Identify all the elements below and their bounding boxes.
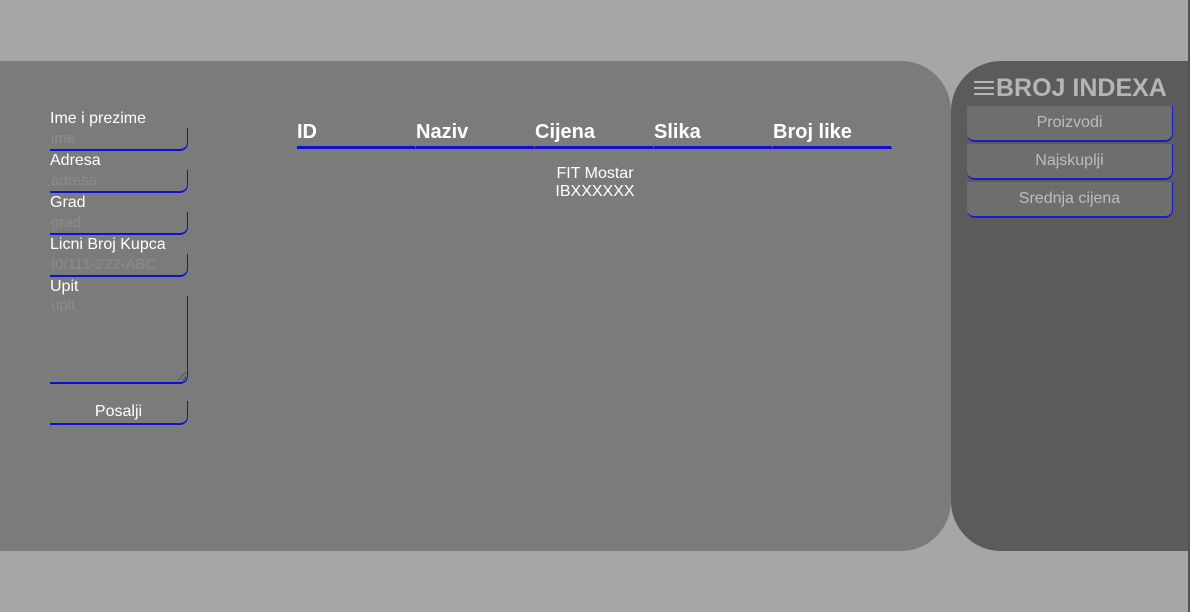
- sidebar-item-average-price[interactable]: Srednja cijena: [967, 182, 1173, 218]
- column-header-id: ID: [297, 120, 416, 149]
- sidebar-item-most-expensive[interactable]: Najskuplji: [967, 144, 1173, 180]
- name-input[interactable]: [50, 128, 188, 151]
- products-table-header: ID Naziv Cijena Slika Broj like: [297, 120, 892, 149]
- city-label: Grad: [50, 194, 86, 211]
- column-header-name: Naziv: [416, 120, 535, 149]
- sidebar-title-text: BROJ INDEXA: [996, 73, 1167, 102]
- customer-id-input[interactable]: [50, 254, 188, 277]
- column-header-likes: Broj like: [773, 120, 892, 149]
- city-input[interactable]: [50, 212, 188, 235]
- query-textarea-wrapper: [50, 296, 188, 384]
- address-input[interactable]: [50, 170, 188, 193]
- query-label: Upit: [50, 278, 79, 295]
- submit-button[interactable]: Posalji: [50, 401, 188, 425]
- page: Ime i prezime Adresa Grad Licni Broj Kup…: [0, 0, 1190, 612]
- footer-index: IBXXXXXX: [555, 183, 635, 200]
- contact-form: Ime i prezime Adresa Grad Licni Broj Kup…: [50, 110, 188, 425]
- footer-school: FIT Mostar: [556, 165, 634, 182]
- hamburger-menu-icon[interactable]: [974, 79, 994, 97]
- query-textarea[interactable]: [50, 296, 188, 384]
- name-label: Ime i prezime: [50, 110, 147, 127]
- address-label: Adresa: [50, 152, 101, 169]
- resize-grip-icon[interactable]: [178, 372, 186, 380]
- sidebar-title: BROJ INDEXA: [974, 72, 1167, 104]
- customer-id-label: Licni Broj Kupca: [50, 236, 166, 253]
- footer-info: FIT Mostar IBXXXXXX: [535, 165, 655, 201]
- column-header-price: Cijena: [535, 120, 654, 149]
- sidebar-item-products[interactable]: Proizvodi: [967, 106, 1173, 142]
- column-header-image: Slika: [654, 120, 773, 149]
